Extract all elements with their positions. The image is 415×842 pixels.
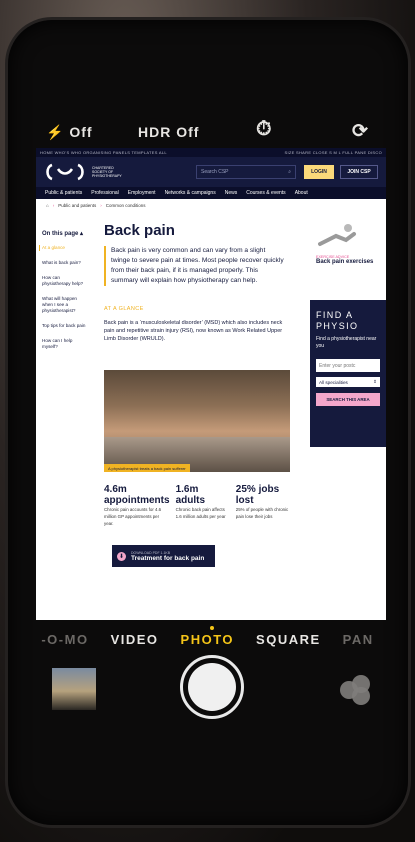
stat-text: 25% of people with chronic pain lose the…	[235, 507, 289, 519]
sidebar-item-what-happen[interactable]: What will happen when I see a physiother…	[42, 296, 86, 314]
timer-icon[interactable]: ⏱	[256, 118, 273, 141]
download-pdf-button[interactable]: ⬇ DOWNLOAD PDF 1.1KB Treatment for back …	[112, 545, 215, 567]
filters-button[interactable]	[340, 675, 374, 707]
flash-toggle[interactable]: ⚡ Off	[46, 124, 93, 141]
nav-about[interactable]: About	[295, 190, 308, 196]
exercise-figure-icon	[318, 224, 356, 246]
breadcrumb-separator: ›	[100, 202, 102, 208]
utility-left: HOME WHO’S WHO ORGANISING PANELS TEMPLAT…	[40, 150, 167, 155]
stat-jobs: 25% jobs lost 25% of people with chronic…	[236, 484, 290, 527]
csp-logo[interactable]: CHARTERED SOCIETY OF PHYSIOTHERAPY	[44, 163, 122, 181]
find-physio-title: FIND A PHYSIO	[316, 310, 359, 331]
breadcrumb: ⌂ › Public and patients › Common conditi…	[36, 199, 386, 211]
monitor-screen: HOME WHO’S WHO ORGANISING PANELS TEMPLAT…	[36, 148, 386, 620]
on-this-page-nav: On this page ▴ At a glance What is back …	[39, 230, 86, 359]
glance-heading: AT A GLANCE	[104, 306, 144, 312]
search-placeholder: Search CSP	[201, 169, 229, 175]
exercise-title: Back pain exercises	[316, 259, 374, 265]
find-physio-text: Find a physiotherapist near you	[316, 336, 377, 349]
nav-professional[interactable]: Professional	[91, 190, 119, 196]
nav-public-patients[interactable]: Public & patients	[45, 190, 82, 196]
join-button[interactable]: JOIN CSP	[340, 165, 378, 179]
shutter-button[interactable]	[180, 655, 244, 719]
mode-photo[interactable]: PHOTO	[181, 632, 235, 650]
filter-circle-icon	[352, 687, 370, 705]
treatment-photo: A physiotherapist treats a back pain suf…	[104, 370, 290, 472]
nav-networks[interactable]: Networks & campaigns	[165, 190, 216, 196]
mode-indicator-dot	[210, 626, 214, 630]
home-icon[interactable]: ⌂	[46, 203, 49, 208]
mode-square[interactable]: SQUARE	[256, 632, 321, 650]
switch-camera-icon[interactable]: ⟳	[352, 120, 369, 143]
breadcrumb-item[interactable]: Public and patients	[58, 203, 96, 208]
photo-caption: A physiotherapist treats a back pain suf…	[104, 464, 190, 472]
stats-row: 4.6m appointments Chronic pain accounts …	[104, 484, 290, 527]
page-title: Back pain	[104, 222, 175, 239]
mode-video[interactable]: VIDEO	[111, 632, 159, 650]
select-arrows-icon: ⇕	[373, 379, 377, 384]
glance-text: Back pain is a ‘musculoskeletal disorder…	[104, 320, 283, 342]
camera-modes: -O-MO VIDEO PHOTO SQUARE PAN	[0, 632, 415, 650]
sidebar-item-top-tips[interactable]: Top tips for back pain	[42, 323, 86, 329]
on-this-page-heading[interactable]: On this page ▴	[42, 230, 86, 237]
main-content: Back pain Back pain is very common and c…	[104, 222, 286, 343]
csp-logo-icon	[46, 163, 84, 181]
stat-value: 4.6m appointments	[104, 484, 170, 506]
find-physio-panel: FIND A PHYSIO Find a physiotherapist nea…	[310, 300, 386, 447]
nav-courses[interactable]: Courses & events	[246, 190, 285, 196]
download-icon: ⬇	[117, 551, 126, 561]
hdr-toggle[interactable]: HDR Off	[138, 124, 199, 140]
utility-bar: HOME WHO’S WHO ORGANISING PANELS TEMPLAT…	[36, 148, 386, 157]
search-icon[interactable]: ⌕	[288, 169, 291, 175]
logo-text: CHARTERED SOCIETY OF PHYSIOTHERAPY	[92, 166, 122, 178]
lightning-icon: ⚡	[46, 124, 65, 140]
stat-adults: 1.6m adults Chronic back pain affects 1.…	[176, 484, 230, 527]
breadcrumb-separator: ›	[52, 202, 55, 208]
mode-timelapse[interactable]: -O-MO	[41, 632, 88, 650]
postcode-input[interactable]: Enter your postc	[316, 359, 380, 372]
sidebar-item-how-help[interactable]: How can physiotherapy help?	[42, 275, 86, 287]
utility-right: SIZE SHARE CLOSE S M L FULL PANE DISCO	[284, 150, 382, 155]
stat-appointments: 4.6m appointments Chronic pain accounts …	[104, 484, 170, 527]
sidebar-item-help-myself[interactable]: How can I help myself?	[42, 338, 86, 350]
lead-paragraph: Back pain is very common and can vary fr…	[104, 246, 286, 286]
stat-value: 25% jobs lost	[235, 484, 280, 506]
search-area-button[interactable]: SEARCH THIS AREA	[316, 393, 380, 406]
sidebar-item-glance[interactable]: At a glance	[39, 245, 86, 251]
speciality-value: All specialities	[319, 379, 348, 385]
speciality-select[interactable]: All specialities ⇕	[316, 377, 380, 387]
breadcrumb-item[interactable]: Common conditions	[106, 203, 146, 208]
stat-text: Chronic pain accounts for 4.6 million GP…	[104, 507, 162, 526]
nav-employment[interactable]: Employment	[128, 190, 156, 196]
stat-value: 1.6m adults	[175, 484, 206, 506]
stat-text: Chronic back pain affects 1.6 million ad…	[175, 507, 226, 519]
main-nav: Public & patients Professional Employmen…	[36, 187, 386, 199]
sidebar-item-what-is[interactable]: What is back pain?	[42, 260, 86, 266]
login-button[interactable]: LOGIN	[304, 165, 334, 179]
site-header: CHARTERED SOCIETY OF PHYSIOTHERAPY Searc…	[36, 157, 386, 187]
mode-pano[interactable]: PAN	[343, 632, 374, 650]
download-label: Treatment for back pain	[131, 554, 205, 562]
search-input[interactable]: Search CSP ⌕	[196, 165, 296, 179]
exercise-advice-card[interactable]: EXERCISE ADVICE Back pain exercises	[316, 222, 378, 266]
flash-label: Off	[69, 124, 93, 140]
last-photo-thumbnail[interactable]	[52, 668, 96, 710]
nav-news[interactable]: News	[225, 190, 238, 196]
